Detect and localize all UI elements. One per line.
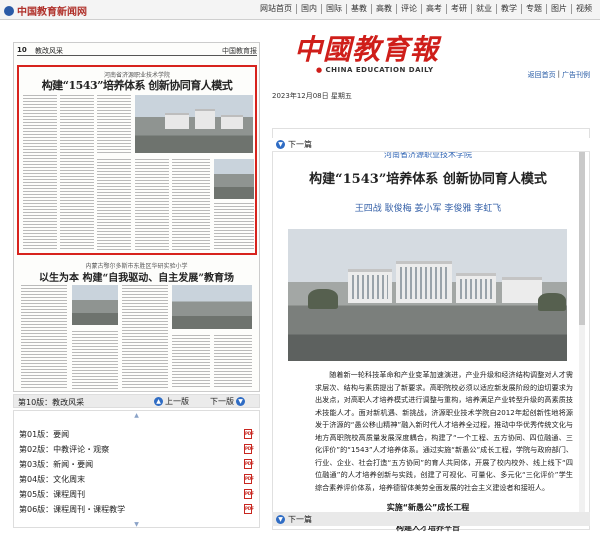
article-photo xyxy=(288,229,567,361)
next-page-label: 下一版 xyxy=(210,397,234,406)
nav-item-domestic[interactable]: 国内 xyxy=(296,4,321,14)
thumb-photo xyxy=(214,159,254,199)
page-list-label: 第01版：要闻 xyxy=(19,430,70,439)
masthead-english-text: CHINA EDUCATION DAILY xyxy=(325,66,434,74)
nav-item-higher-education[interactable]: 高教 xyxy=(371,4,396,14)
nav-item-kaoyan[interactable]: 考研 xyxy=(446,4,471,14)
arrow-down-icon: ▼ xyxy=(236,397,245,406)
scroll-down-icon[interactable]: ▼ xyxy=(14,521,259,528)
next-article-link-bottom[interactable]: ▼ 下一篇 xyxy=(272,512,590,526)
top-links: 返回首页 | 广告刊例 xyxy=(528,70,590,80)
thumb-text-column xyxy=(97,159,131,251)
page-list-item[interactable]: 第05版：课程周刊 PDF xyxy=(19,489,256,502)
home-link[interactable]: 返回首页 xyxy=(528,70,556,80)
nav-item-gaokao[interactable]: 高考 xyxy=(421,4,446,14)
logo-icon xyxy=(4,5,14,16)
thumb-photo xyxy=(172,285,252,329)
top-nav-bar: 中国教育新闻网 网站首页 国内 国际 基教 高教 评论 高考 考研 就业 教学 … xyxy=(0,0,600,20)
ad-rates-link[interactable]: 广告刊例 xyxy=(562,70,590,80)
pdf-icon[interactable]: PDF xyxy=(244,444,254,454)
page-list: ▲ 第01版：要闻 PDF 第02版：中教评论・观察 PDF 第03版：新闻・要… xyxy=(13,410,260,528)
scroll-up-icon[interactable]: ▲ xyxy=(14,412,259,419)
daily-logo-icon: ● xyxy=(316,66,323,74)
thumb-photo xyxy=(72,285,118,325)
pdf-icon[interactable]: PDF xyxy=(244,474,254,484)
page-list-label: 第02版：中教评论・观察 xyxy=(19,445,110,454)
thumb-text-column xyxy=(122,285,168,389)
link-separator: | xyxy=(557,70,560,78)
article-body: 随着新一轮科技革命和产业变革加速演进，产业升级和经济结构调整对人才需求层次、结构… xyxy=(315,370,573,492)
next-article-label: 下一篇 xyxy=(288,514,312,524)
page-list-label: 第06版：课程周刊・课程教学 xyxy=(19,505,126,514)
nav-item-pictures[interactable]: 图片 xyxy=(546,4,571,14)
arrow-down-icon: ▼ xyxy=(276,140,285,149)
arrow-up-icon: ▲ xyxy=(154,397,163,406)
nav-item-home[interactable]: 网站首页 xyxy=(256,4,296,14)
page-thumbnail[interactable]: 10 教改风采 中国教育报 河南省济源职业技术学院 构建“1543”培养体系 创… xyxy=(13,42,260,392)
pdf-icon[interactable]: PDF xyxy=(244,429,254,439)
nav-item-comment[interactable]: 评论 xyxy=(396,4,421,14)
selected-article-area[interactable]: 河南省济源职业技术学院 构建“1543”培养体系 创新协同育人模式 xyxy=(17,65,257,255)
next-page-button[interactable]: 下一版 ▼ xyxy=(210,396,245,407)
thumb-brand: 中国教育报 xyxy=(222,47,257,55)
thumb-article1-title: 构建“1543”培养体系 创新协同育人模式 xyxy=(41,79,233,92)
prev-page-button[interactable]: ▲ 上一版 xyxy=(154,396,189,407)
pdf-icon[interactable]: PDF xyxy=(244,489,254,499)
thumb-page-section: 教改风采 xyxy=(35,47,63,55)
page-list-label: 第04版：文化周末 xyxy=(19,475,86,484)
page-list-label: 第05版：课程周刊 xyxy=(19,490,86,499)
masthead-english: ● CHINA EDUCATION DAILY xyxy=(316,66,434,74)
page-list-item[interactable]: 第02版：中教评论・观察 PDF xyxy=(19,444,256,457)
site-logo-text: 中国教育新闻网 xyxy=(17,7,87,18)
page-list-item[interactable]: 第01版：要闻 PDF xyxy=(19,429,256,442)
page-list-item[interactable]: 第06版：课程周刊・课程教学 PDF xyxy=(19,504,256,517)
pdf-icon[interactable]: PDF xyxy=(244,459,254,469)
page-list-item[interactable]: 第04版：文化周末 PDF xyxy=(19,474,256,487)
current-page-label: 第10版：教改风采 xyxy=(18,398,85,407)
thumb-page-number: 10 xyxy=(17,46,27,54)
thumb-text-column xyxy=(214,335,252,389)
nav-item-teaching[interactable]: 教学 xyxy=(496,4,521,14)
issue-date: 2023年12月08日 星期五 xyxy=(272,92,352,100)
article-title: 构建“1543”培养体系 创新协同育人模式 xyxy=(309,172,547,187)
nav-item-basic-education[interactable]: 基教 xyxy=(346,4,371,14)
page-list-item[interactable]: 第03版：新闻・要闻 PDF xyxy=(19,459,256,472)
nav-item-international[interactable]: 国际 xyxy=(321,4,346,14)
thumb-photo xyxy=(135,95,253,153)
prev-page-label: 上一版 xyxy=(165,397,189,406)
site-logo[interactable]: 中国教育新闻网 xyxy=(4,3,87,18)
article-panel: ▲ ▼ 河南省济源职业技术学院 构建“1543”培养体系 创新协同育人模式 王四… xyxy=(272,128,590,532)
next-article-label: 下一篇 xyxy=(288,140,312,149)
pdf-icon[interactable]: PDF xyxy=(244,504,254,514)
thumb-text-column xyxy=(135,159,169,251)
next-article-link-top[interactable]: ▼ 下一篇 xyxy=(272,138,590,152)
thumb-text-column xyxy=(72,331,118,389)
page-list-label: 第03版：新闻・要闻 xyxy=(19,460,94,469)
thumb-text-column xyxy=(172,159,210,251)
thumb-text-column xyxy=(97,95,131,155)
thumb-article2-title: 以生为本 构建“自我驱动、自主发展”教育场 xyxy=(39,273,234,284)
thumb-page-header: 10 教改风采 中国教育报 xyxy=(17,46,257,56)
article-authors: 王四战 耿俊梅 姜小军 李俊雅 李虹飞 xyxy=(354,204,502,214)
thumb-text-column xyxy=(23,95,57,251)
thumb-text-column xyxy=(21,285,67,389)
current-page-bar: 第10版：教改风采 ▲ 上一版 下一版 ▼ xyxy=(13,394,260,408)
thumb-text-column xyxy=(172,335,210,389)
main-nav: 网站首页 国内 国际 基教 高教 评论 高考 考研 就业 教学 专题 图片 视频 xyxy=(256,4,596,14)
arrow-down-icon: ▼ xyxy=(276,514,285,524)
nav-item-video[interactable]: 视频 xyxy=(571,4,596,14)
newspaper-masthead: 中國教育報 xyxy=(294,33,440,66)
thumb-text-column xyxy=(214,203,254,251)
nav-item-employment[interactable]: 就业 xyxy=(471,4,496,14)
nav-item-special[interactable]: 专题 xyxy=(521,4,546,14)
thumb-text-column xyxy=(60,95,94,251)
